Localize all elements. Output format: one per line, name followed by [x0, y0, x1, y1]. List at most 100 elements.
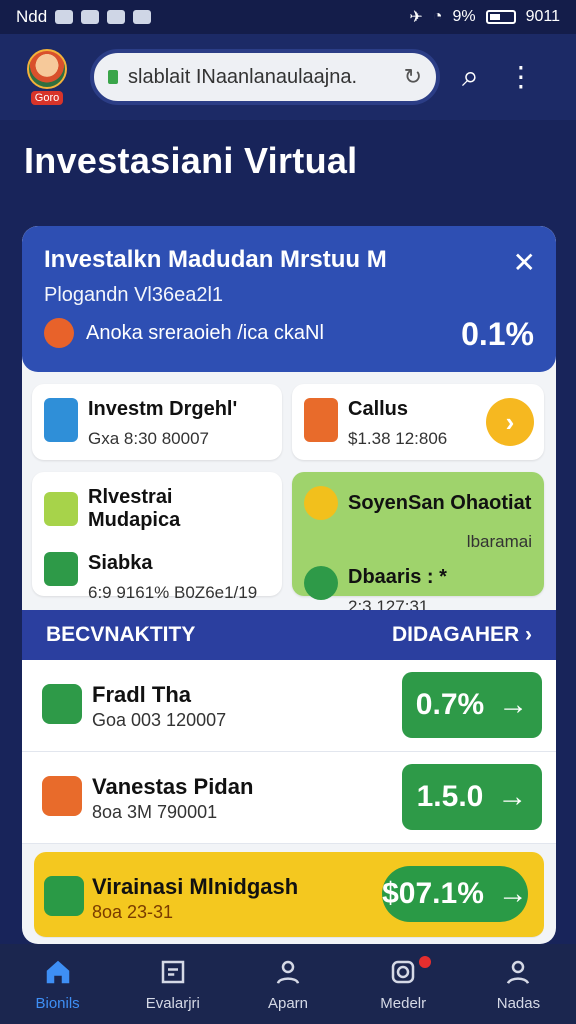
reload-icon[interactable]: ↻ — [404, 64, 422, 90]
battery-percent: 9% — [452, 8, 476, 25]
list-item-subtitle: 8oa 23-31 — [92, 902, 174, 922]
list-item[interactable]: Vanestas Pidan 8oa 3M 790001 1.5.0 → — [22, 752, 556, 844]
banner-subtitle: Plogandn Vl36ea2l1 — [44, 284, 224, 306]
list-item-value: 1.5.0 — [416, 780, 484, 813]
nav-label: Bionils — [35, 994, 80, 1012]
page-title: Investasiani Virtual — [24, 140, 358, 181]
tile-subtitle: Gxa 8:30 80007 — [88, 429, 209, 448]
tile-meta: 6:9 9161% B0Z6e1/19 — [88, 583, 258, 602]
browser-top-bar: Goro slablait INaanlanaulaajna. ↻ ⌕ ⋮ — [0, 34, 576, 120]
list-item-subtitle: Goa 003 120007 — [92, 710, 227, 730]
lock-icon — [108, 70, 118, 84]
tile-title: Investm Drgehl' — [88, 398, 238, 420]
list-item-value-button[interactable]: $07.1% → — [382, 866, 528, 922]
home-badge-icon — [42, 776, 82, 816]
tile-subtitle: lbaramai — [466, 532, 532, 551]
building-icon — [44, 876, 84, 916]
banner-note-row: Anoka sreraoieh /ica ckaNl — [44, 318, 324, 348]
banner-note: Anoka sreraoieh /ica ckaNl — [86, 321, 324, 344]
home-icon — [46, 960, 69, 983]
arrow-right-icon: › — [525, 623, 532, 646]
nav-item-user[interactable]: Aparn — [230, 944, 345, 1024]
promo-banner[interactable]: Investalkn Madudan Mrstuu M Plogandn Vl3… — [22, 226, 556, 372]
nav-label: Aparn — [267, 994, 309, 1012]
tile-investm[interactable]: Investm Drgehl' Gxa 8:30 80007 — [32, 384, 282, 460]
list-item-value: $07.1% — [382, 877, 484, 910]
document-icon — [161, 960, 185, 983]
carrier-name: Ndd — [16, 7, 48, 26]
investment-list: Fradl Tha Goa 003 120007 0.7% → Vanestas… — [22, 660, 556, 944]
notification-dot — [418, 956, 431, 968]
arrow-right-icon: → — [498, 688, 529, 721]
status-bar: Ndd ✈ ◔ 9% 9011 — [0, 0, 576, 34]
tile-callus[interactable]: Callus $1.38 12:806 › — [292, 384, 544, 460]
banner-percent: 0.1% — [461, 316, 534, 352]
list-item-title: Virainasi Mlnidgash — [92, 874, 299, 899]
nav-item-home[interactable]: Bionils — [0, 944, 115, 1024]
notification-icon — [81, 10, 100, 24]
section-link[interactable]: DIDAGAHER › — [392, 623, 532, 647]
more-vertical-icon[interactable]: ⋮ — [507, 63, 535, 91]
tile-header: SoyenSan Ohaotiat — [304, 486, 532, 520]
banner-title: Investalkn Madudan Mrstuu M — [44, 246, 387, 273]
list-item[interactable]: Fradl Tha Goa 003 120007 0.7% → — [22, 660, 556, 752]
tile-title: Callus — [348, 398, 409, 420]
wifi-icon: ◔ — [432, 8, 443, 25]
tile-rlvestrai[interactable]: Rlvestrai Mudapica Siabka 6:9 9161% B0Z6… — [32, 472, 282, 602]
list-item-title: Vanestas Pidan — [92, 774, 254, 799]
section-title: BECVNAKTITY — [46, 623, 196, 646]
section-header: BECVNAKTITY DIDAGAHER › — [22, 610, 556, 660]
section-link-text: DIDAGAHER — [391, 623, 520, 646]
logo-character-icon — [27, 49, 67, 89]
refresh-circle-icon — [304, 566, 338, 600]
arrow-right-icon: → — [497, 780, 528, 813]
list-item-title: Fradl Tha — [92, 682, 192, 707]
tile-meta-title: Dbaaris : * — [348, 566, 447, 588]
chevron-right-icon[interactable]: › — [486, 398, 534, 446]
arrow-right-icon: → — [497, 877, 528, 910]
notification-icon — [107, 10, 126, 24]
nav-item-profile[interactable]: Nadas — [461, 944, 576, 1024]
url-text[interactable]: slablait INaanlanaulaajna. — [128, 66, 394, 89]
battery-icon — [485, 10, 516, 24]
alert-icon — [44, 318, 74, 348]
tile-soyensan[interactable]: SoyenSan Ohaotiat lbaramai Dbaaris : * 2… — [292, 472, 544, 616]
tile-subtitle: $1.38 12:806 — [348, 429, 448, 448]
tile-title: SoyenSan Ohaotiat — [348, 491, 532, 514]
chart-icon — [304, 398, 338, 442]
person-icon — [507, 960, 530, 984]
list-item-subtitle: 8oa 3M 790001 — [92, 802, 218, 822]
people-icon — [44, 492, 78, 526]
site-logo[interactable]: Goro — [16, 42, 78, 112]
bottom-navigation: Bionils Evalarjri Aparn Medelr Nadas — [0, 944, 576, 1024]
address-bar[interactable]: slablait INaanlanaulaajna. ↻ — [90, 49, 440, 105]
nav-label: Nadas — [496, 994, 541, 1012]
clock: 9011 — [525, 8, 560, 25]
nav-item-media[interactable]: Medelr — [346, 944, 461, 1024]
nav-label: Evalarjri — [145, 994, 200, 1012]
list-item-value-button[interactable]: 1.5.0 → — [402, 764, 542, 830]
instagram-icon — [391, 960, 415, 983]
check-chart-icon — [44, 552, 78, 586]
content-card: Investalkn Madudan Mrstuu M Plogandn Vl3… — [22, 226, 556, 944]
close-icon[interactable]: ✕ — [513, 246, 536, 279]
tile-header: Rlvestrai Mudapica — [44, 486, 270, 532]
list-item-value: 0.7% — [415, 688, 485, 721]
list-item-highlight[interactable]: Virainasi Mlnidgash 8oa 23-31 $07.1% → — [34, 852, 544, 938]
logo-text: Goro — [30, 91, 64, 105]
nav-label: Medelr — [380, 994, 427, 1012]
notification-icon — [133, 10, 152, 24]
tile-subtitle: Siabka — [88, 552, 153, 574]
notification-icon — [55, 10, 74, 24]
signal-icon: ✈ — [409, 9, 423, 26]
tile-body: Siabka 6:9 9161% B0Z6e1/19 — [44, 552, 270, 603]
tile-title: Rlvestrai Mudapica — [88, 486, 181, 531]
check-chart-icon — [42, 684, 82, 724]
search-icon[interactable]: ⌕ — [462, 60, 479, 94]
nav-item-document[interactable]: Evalarjri — [115, 944, 230, 1024]
status-left: Ndd — [16, 7, 152, 27]
user-icon — [276, 960, 300, 984]
list-item-value-button[interactable]: 0.7% → — [402, 672, 542, 738]
coin-icon — [304, 486, 338, 520]
status-right: ✈ ◔ 9% 9011 — [409, 7, 560, 27]
